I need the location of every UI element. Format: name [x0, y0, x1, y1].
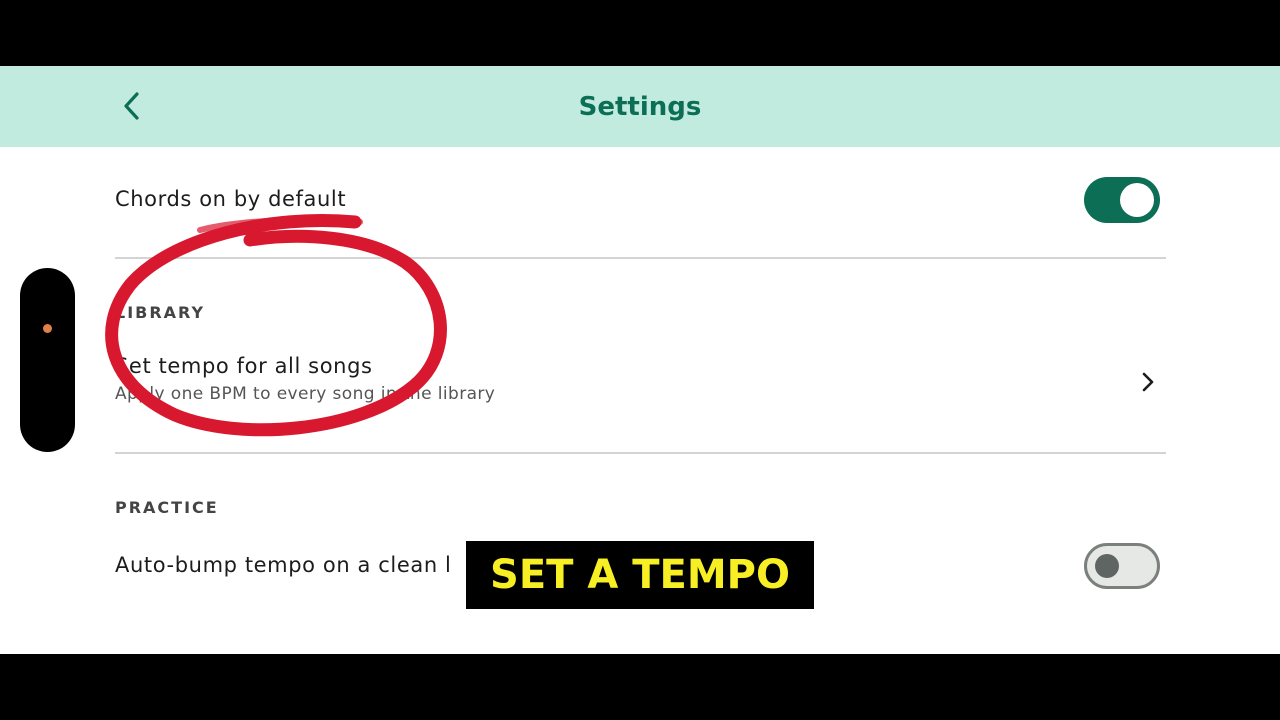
caption-overlay: SET A TEMPO	[466, 541, 814, 609]
page-title: Settings	[578, 91, 702, 122]
side-handle	[20, 268, 75, 452]
caption-text: SET A TEMPO	[490, 552, 790, 598]
tempo-all-songs-title: Set tempo for all songs	[115, 354, 373, 378]
section-header-practice: PRACTICE	[115, 498, 219, 517]
chevron-right-icon[interactable]	[1136, 370, 1160, 394]
divider	[115, 257, 1166, 259]
chords-default-toggle[interactable]	[1084, 177, 1160, 223]
setting-row-tempo-all-songs[interactable]: Set tempo for all songs Apply one BPM to…	[115, 354, 1165, 404]
video-letterbox-bottom	[0, 654, 1280, 720]
app-bar: Settings	[0, 66, 1280, 147]
indicator-dot	[43, 324, 52, 333]
back-button[interactable]	[112, 86, 152, 126]
tempo-all-songs-subtitle: Apply one BPM to every song in the libra…	[115, 384, 496, 404]
video-letterbox-top	[0, 0, 1280, 66]
chevron-left-icon	[124, 92, 139, 120]
section-header-library: LIBRARY	[115, 303, 206, 322]
toggle-knob	[1095, 554, 1119, 578]
chords-default-label: Chords on by default	[115, 187, 347, 211]
toggle-knob	[1120, 183, 1154, 217]
divider	[115, 452, 1166, 454]
auto-bump-tempo-toggle[interactable]	[1084, 543, 1160, 589]
setting-row-chords-default[interactable]: Chords on by default	[115, 187, 1165, 211]
